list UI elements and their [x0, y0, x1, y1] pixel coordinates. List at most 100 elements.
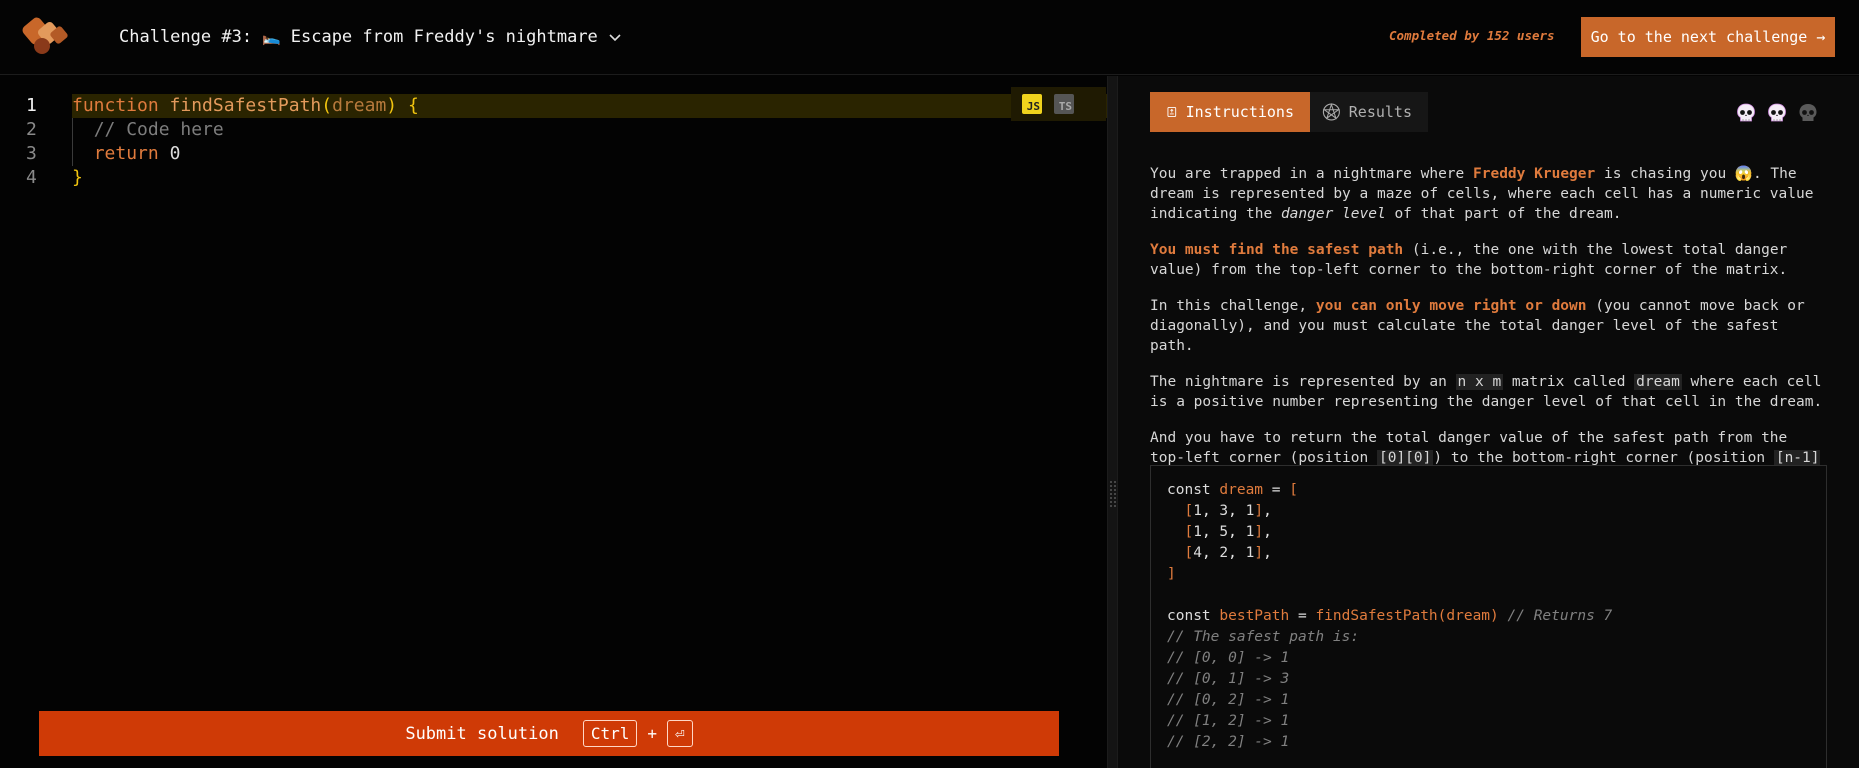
- number-token: 2: [1219, 545, 1229, 561]
- line-number: 1: [26, 95, 37, 116]
- paren-token: ): [386, 95, 398, 116]
- comment-token: // [0, 1] -> 3: [1167, 671, 1290, 687]
- difficulty-indicator: [1735, 102, 1819, 124]
- line-number: 4: [26, 167, 37, 188]
- paren-token: (: [321, 95, 333, 116]
- comment-token: // [0, 2] -> 1: [1167, 692, 1290, 708]
- panel-resize-handle[interactable]: [1107, 76, 1118, 768]
- number-token: 0: [169, 143, 181, 164]
- panel-tabs: Instructions Results: [1150, 92, 1428, 132]
- tab-results-label: Results: [1348, 103, 1412, 121]
- number-token: 5: [1219, 524, 1229, 540]
- code-line: const bestPath = findSafestPath(dream) /…: [1167, 606, 1810, 627]
- comment-token: // [2, 2] -> 1: [1167, 734, 1290, 750]
- code-line: // [0, 0] -> 1: [1167, 648, 1810, 669]
- bracket-token: ]: [1167, 566, 1176, 582]
- example-code-block: const dream = [ [1, 3, 1], [1, 5, 1], [4…: [1150, 465, 1827, 768]
- grip-dots-icon: [1109, 480, 1117, 508]
- ts-language-button[interactable]: TS: [1054, 94, 1074, 114]
- challenge-name: Escape from Freddy's nightmare: [290, 27, 598, 47]
- italic-text: danger level: [1280, 206, 1386, 222]
- keyword-token: const: [1167, 608, 1211, 624]
- code-line: ]: [1167, 564, 1810, 585]
- comment-token: // Code here: [93, 119, 224, 140]
- instructions-panel: Instructions Results You are trapped in …: [1118, 76, 1859, 768]
- comment-token: // Returns 7: [1507, 608, 1613, 624]
- code-line: // [1, 2] -> 1: [1167, 711, 1810, 732]
- submit-solution-button[interactable]: Submit solution Ctrl + ⏎: [39, 711, 1059, 756]
- top-header: Challenge #3: 🛌 Escape from Freddy's nig…: [0, 0, 1859, 75]
- app-logo-icon[interactable]: [22, 14, 70, 56]
- keyword-token: const: [1167, 482, 1211, 498]
- keyword-token: function: [72, 95, 159, 116]
- challenge-selector[interactable]: Challenge #3: 🛌 Escape from Freddy's nig…: [119, 25, 622, 49]
- skull-icon: [1737, 103, 1755, 122]
- bed-emoji-icon: 🛌: [262, 28, 281, 46]
- inline-code: [0][0]: [1376, 450, 1434, 466]
- paragraph: You must find the safest path (i.e., the…: [1150, 240, 1830, 280]
- skull-icon-dim: [1799, 104, 1817, 121]
- paragraph: The nightmare is represented by an n x m…: [1150, 372, 1830, 412]
- skull-icon: [1768, 103, 1786, 122]
- pentagram-icon: [1322, 102, 1341, 121]
- enter-key-icon: ⏎: [667, 720, 693, 747]
- book-icon: [1167, 107, 1177, 117]
- tab-instructions-label: Instructions: [1185, 103, 1294, 121]
- instructions-text: You are trapped in a nightmare where Fre…: [1150, 164, 1830, 504]
- number-token: 1: [1193, 503, 1202, 519]
- brace-token: {: [407, 95, 419, 116]
- highlight-text: you can only move right or down: [1315, 298, 1587, 314]
- tab-instructions[interactable]: Instructions: [1150, 92, 1310, 132]
- code-line[interactable]: return 0: [72, 142, 1107, 166]
- ctrl-key-hint: Ctrl: [582, 720, 638, 747]
- code-line: // [2, 2] -> 1: [1167, 732, 1810, 753]
- highlight-text: Freddy Krueger: [1473, 166, 1596, 182]
- code-line: [1, 3, 1],: [1184, 503, 1272, 519]
- code-line[interactable]: }: [72, 166, 1107, 190]
- line-number: 2: [26, 119, 37, 140]
- code-editor[interactable]: 1 2 3 4 function findSafestPath(dream) {…: [0, 76, 1107, 768]
- plus-sign: +: [647, 724, 658, 743]
- chevron-down-icon: [609, 34, 621, 42]
- line-number: 3: [26, 143, 37, 164]
- code-line: const dream = [: [1167, 480, 1810, 501]
- text: of that part of the dream.: [1385, 206, 1622, 222]
- variable-token: bestPath: [1219, 608, 1290, 624]
- tab-results[interactable]: Results: [1310, 92, 1428, 132]
- js-language-button[interactable]: JS: [1022, 94, 1042, 114]
- language-switcher: JS TS: [1011, 87, 1106, 121]
- comment-token: // The safest path is:: [1167, 629, 1360, 645]
- text: ) to the bottom-right corner (position: [1433, 450, 1774, 466]
- inline-code: n x m: [1455, 374, 1504, 390]
- variable-token: dream: [1219, 482, 1264, 498]
- keyword-token: return: [93, 143, 159, 164]
- brace-token: }: [72, 167, 83, 188]
- paragraph: You are trapped in a nightmare where Fre…: [1150, 164, 1830, 224]
- next-challenge-button[interactable]: Go to the next challenge →: [1581, 17, 1835, 57]
- highlight-text: You must find the safest path: [1150, 242, 1404, 258]
- text: In this challenge,: [1150, 298, 1316, 314]
- code-line: [4, 2, 1],: [1184, 545, 1272, 561]
- bracket-token: [: [1289, 482, 1298, 498]
- paragraph: In this challenge, you can only move rig…: [1150, 296, 1830, 356]
- code-line: // [0, 2] -> 1: [1167, 690, 1810, 711]
- challenge-label: Challenge #3:: [119, 27, 253, 47]
- argument-token: (dream): [1437, 608, 1499, 624]
- code-line: // [0, 1] -> 3: [1167, 669, 1810, 690]
- line-numbers: 1 2 3 4: [0, 94, 60, 190]
- comment-token: // [0, 0] -> 1: [1167, 650, 1290, 666]
- code-line: // The safest path is:: [1167, 627, 1810, 648]
- number-token: 4: [1193, 545, 1202, 561]
- code-line[interactable]: function findSafestPath(dream) {: [72, 94, 1107, 118]
- comment-token: // [1, 2] -> 1: [1167, 713, 1290, 729]
- code-line[interactable]: // Code here: [72, 118, 1107, 142]
- function-name-token: findSafestPath: [169, 95, 322, 116]
- text: The nightmare is represented by an: [1150, 374, 1456, 390]
- inline-code: dream: [1634, 374, 1682, 390]
- code-area[interactable]: function findSafestPath(dream) { // Code…: [72, 94, 1107, 190]
- number-token: 1: [1193, 524, 1202, 540]
- number-token: 3: [1219, 503, 1229, 519]
- text: matrix called: [1503, 374, 1635, 390]
- code-line: [1, 5, 1],: [1184, 524, 1272, 540]
